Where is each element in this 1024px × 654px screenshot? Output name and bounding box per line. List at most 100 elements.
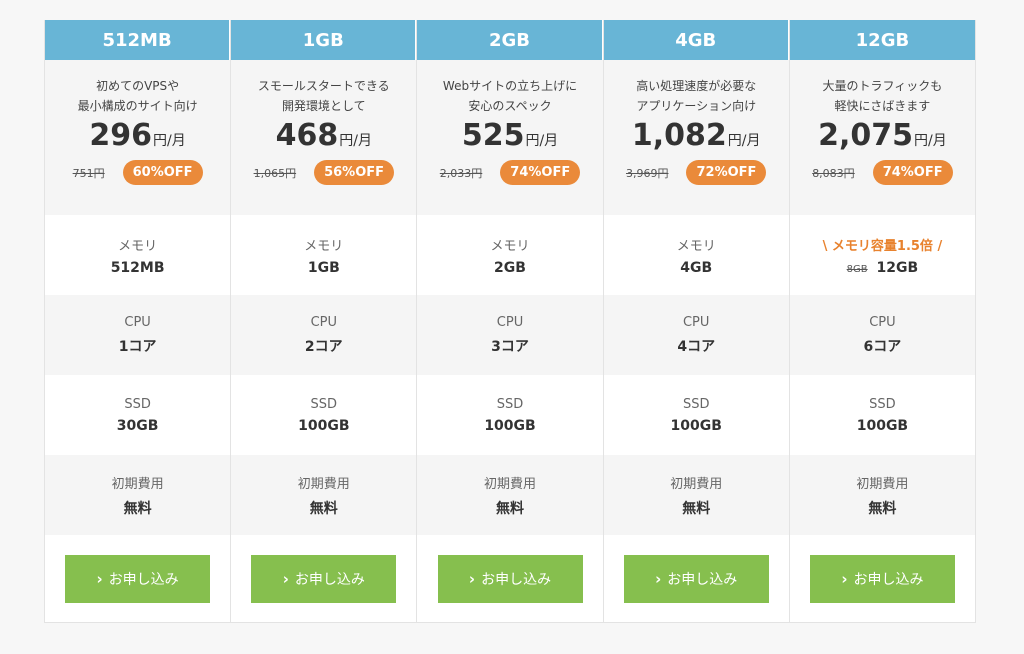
- plan-name: 12GB: [789, 20, 976, 60]
- spec-memory: メモリ 512MB: [45, 215, 230, 295]
- spec-label: 初期費用: [297, 476, 350, 492]
- spec-value: 4コア: [677, 338, 716, 355]
- plan-description-line2: 安心のスペック: [468, 99, 552, 113]
- price-block: 大量のトラフィックも 軽快にさばきます 2,075 円/月 8,083円 74%…: [789, 60, 976, 215]
- spec-value: 2コア: [304, 338, 343, 355]
- discount-row: 2,033円 74%OFF: [439, 160, 581, 185]
- apply-button[interactable]: › お申し込み: [809, 554, 955, 603]
- old-memory-value: 8GB: [846, 263, 868, 275]
- spec-label: 初期費用: [484, 476, 537, 492]
- plan-description-line1: スモールスタートできる: [257, 79, 390, 93]
- price-line: 468 円/月: [276, 118, 372, 158]
- spec-value: 無料: [123, 500, 152, 517]
- spec-value: 4GB: [680, 259, 713, 276]
- plan-column-512mb: 512MB 初めてのVPSや 最小構成のサイト向け 296 円/月 751円 6…: [45, 20, 232, 622]
- plan-name: 512MB: [45, 20, 231, 60]
- plan-column-1gb: 1GB スモールスタートできる 開発環境として 468 円/月 1,065円 5…: [231, 20, 418, 622]
- spec-memory: \ メモリ容量1.5倍 / 8GB 12GB: [790, 215, 975, 295]
- apply-button-label: お申し込み: [294, 571, 365, 588]
- discount-badge: 56%OFF: [314, 160, 395, 185]
- apply-button[interactable]: › お申し込み: [251, 554, 397, 603]
- spec-initial-fee: 初期費用 無料: [789, 455, 976, 535]
- spec-value: 6コア: [863, 338, 902, 355]
- price-unit: 円/月: [727, 133, 761, 149]
- plan-description-line1: Webサイトの立ち上げに: [442, 79, 578, 93]
- button-area: › お申し込み: [604, 535, 789, 622]
- spec-cpu: CPU 6コア: [789, 295, 976, 375]
- spec-initial-fee: 初期費用 無料: [417, 455, 603, 535]
- spec-value-row: 8GB 12GB: [847, 260, 919, 276]
- plan-description-line2: 開発環境として: [281, 99, 366, 113]
- spec-ssd: SSD 100GB: [417, 375, 602, 455]
- price-unit: 円/月: [525, 133, 559, 149]
- spec-value: 無料: [682, 500, 711, 517]
- spec-label: CPU: [869, 314, 896, 330]
- spec-value: 1GB: [307, 259, 340, 276]
- price-unit: 円/月: [914, 133, 947, 149]
- spec-label: メモリ: [490, 238, 530, 254]
- spec-cpu: CPU 2コア: [231, 295, 417, 375]
- chevron-right-icon: ›: [841, 569, 848, 588]
- old-price: 2,033円: [439, 166, 483, 180]
- spec-label: SSD: [496, 396, 524, 412]
- price-block: Webサイトの立ち上げに 安心のスペック 525 円/月 2,033円 74%O…: [417, 60, 603, 215]
- chevron-right-icon: ›: [655, 569, 662, 588]
- spec-label: メモリ: [304, 238, 344, 254]
- price-line: 1,082 円/月: [632, 118, 761, 158]
- button-area: › お申し込み: [45, 535, 230, 622]
- spec-value: 100GB: [670, 417, 722, 434]
- old-price: 8,083円: [812, 166, 855, 180]
- old-price: 1,065円: [253, 166, 297, 180]
- apply-button-label: お申し込み: [853, 571, 924, 588]
- plan-description-line1: 大量のトラフィックも: [822, 79, 943, 93]
- spec-ssd: SSD 100GB: [231, 375, 416, 455]
- spec-label: SSD: [124, 396, 151, 412]
- spec-cpu: CPU 1コア: [45, 295, 231, 375]
- spec-label: 初期費用: [111, 476, 164, 492]
- spec-value: 無料: [868, 500, 897, 517]
- spec-ssd: SSD 30GB: [45, 375, 230, 455]
- discount-badge: 74%OFF: [500, 160, 581, 185]
- spec-value: 無料: [496, 500, 524, 517]
- chevron-right-icon: ›: [282, 569, 289, 588]
- spec-initial-fee: 初期費用 無料: [231, 455, 417, 535]
- chevron-right-icon: ›: [96, 569, 103, 588]
- plan-column-12gb: 12GB 大量のトラフィックも 軽快にさばきます 2,075 円/月 8,083…: [789, 20, 976, 622]
- old-price: 751円: [72, 166, 105, 180]
- button-area: › お申し込み: [231, 535, 416, 622]
- spec-cpu: CPU 4コア: [603, 295, 789, 375]
- spec-label: CPU: [310, 314, 338, 330]
- spec-value: 100GB: [484, 417, 536, 434]
- price-line: 525 円/月: [462, 118, 558, 158]
- spec-value: 3コア: [491, 338, 529, 355]
- apply-button-label: お申し込み: [108, 571, 179, 588]
- spec-value: 無料: [309, 500, 338, 517]
- plan-description-line1: 高い処理速度が必要な: [636, 79, 757, 93]
- spec-label: CPU: [496, 314, 524, 330]
- price-line: 2,075 円/月: [818, 118, 947, 158]
- apply-button[interactable]: › お申し込み: [623, 554, 769, 603]
- price-unit: 円/月: [339, 133, 372, 149]
- discount-row: 3,969円 72%OFF: [625, 160, 767, 185]
- apply-button[interactable]: › お申し込み: [437, 554, 583, 603]
- price-block: 高い処理速度が必要な アプリケーション向け 1,082 円/月 3,969円 7…: [603, 60, 789, 215]
- spec-label: SSD: [310, 396, 338, 412]
- price-amount: 468: [275, 118, 339, 153]
- spec-initial-fee: 初期費用 無料: [45, 455, 231, 535]
- old-price: 3,969円: [625, 166, 669, 180]
- price-amount: 1,082: [631, 118, 727, 153]
- spec-value: 512MB: [110, 259, 165, 276]
- apply-button[interactable]: › お申し込み: [65, 554, 211, 603]
- spec-label: メモリ: [676, 238, 716, 254]
- plan-description-line2: 最小構成のサイト向け: [77, 99, 198, 113]
- plan-column-2gb: 2GB Webサイトの立ち上げに 安心のスペック 525 円/月 2,033円 …: [417, 20, 604, 622]
- plan-name: 2GB: [417, 20, 603, 60]
- price-amount: 296: [89, 118, 153, 153]
- button-area: › お申し込み: [417, 535, 602, 622]
- spec-value: 30GB: [116, 417, 159, 434]
- spec-label: SSD: [869, 396, 896, 412]
- price-line: 296 円/月: [89, 118, 185, 158]
- spec-label: CPU: [124, 314, 151, 330]
- spec-memory: メモリ 2GB: [417, 215, 602, 295]
- spec-value: 2GB: [494, 259, 526, 276]
